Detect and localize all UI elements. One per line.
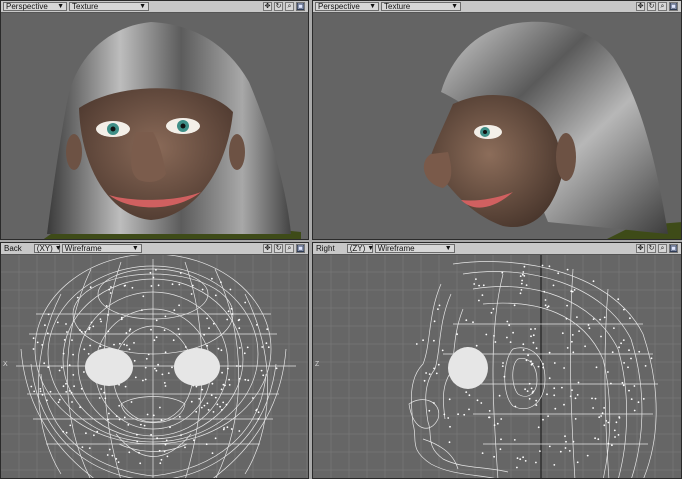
rendered-head-front [43,22,301,239]
rotate-view-icon[interactable]: ↻ [647,244,656,253]
viewport-header: Right (ZY) ▼ Wireframe ▼ ✥ ↻ ⌕ ▣ [313,243,681,255]
rotate-view-icon[interactable]: ↻ [274,244,283,253]
viewport-header: Back (XY) ▼ Wireframe ▼ ✥ ↻ ⌕ ▣ [1,243,308,255]
viewport-tools: ✥ ↻ ⌕ ▣ [263,244,305,253]
maximize-view-icon[interactable]: ▣ [669,244,678,253]
wireframe-back [1,254,308,478]
zoom-view-icon[interactable]: ⌕ [658,244,667,253]
viewport-tools: ✥ ↻ ⌕ ▣ [636,2,678,11]
viewport-right[interactable]: Right (ZY) ▼ Wireframe ▼ ✥ ↻ ⌕ ▣ Z [312,242,682,479]
nose-shape [423,152,452,188]
render-mode-dropdown[interactable]: Wireframe ▼ [61,244,142,253]
move-view-icon[interactable]: ✥ [636,244,645,253]
move-view-icon[interactable]: ✥ [263,2,272,11]
render-mode-label: Wireframe [377,244,415,253]
maximize-view-icon[interactable]: ▣ [296,2,305,11]
viewport-tools: ✥ ↻ ⌕ ▣ [636,244,678,253]
viewport-header: Perspective ▼ Texture ▼ ✥ ↻ ⌕ ▣ [1,1,308,13]
eye-right-wire [174,348,220,386]
viewport-header: Perspective ▼ Texture ▼ ✥ ↻ ⌕ ▣ [313,1,681,13]
rendered-head-side [423,21,681,239]
zoom-view-icon[interactable]: ⌕ [658,2,667,11]
axis-dropdown[interactable]: (XY) ▼ [33,244,62,253]
ear-right [229,134,245,170]
view-type-label: Perspective [318,2,360,11]
ear-left [66,134,82,170]
view-type-dropdown[interactable]: Perspective ▼ [3,2,67,11]
viewport-back[interactable]: Back (XY) ▼ Wireframe ▼ ✥ ↻ ⌕ ▣ X [0,242,309,479]
render-mode-dropdown[interactable]: Texture ▼ [69,2,149,11]
render-mode-dropdown[interactable]: Texture ▼ [381,2,461,11]
render-mode-label: Wireframe [64,244,102,253]
view-type-dropdown[interactable]: Perspective ▼ [315,2,379,11]
chevron-down-icon: ▼ [54,245,62,252]
eye-wire [448,347,488,389]
chevron-down-icon: ▼ [451,3,458,10]
chevron-down-icon: ▼ [131,245,139,252]
axis-dropdown[interactable]: (ZY) ▼ [346,244,375,253]
view-type-label: Perspective [6,2,48,11]
rotate-view-icon[interactable]: ↻ [274,2,283,11]
rotate-view-icon[interactable]: ↻ [647,2,656,11]
render-mode-label: Texture [72,2,99,11]
render-mode-label: Texture [384,2,411,11]
axis-label: (XY) [36,244,53,253]
move-view-icon[interactable]: ✥ [636,2,645,11]
chevron-down-icon: ▼ [367,245,375,252]
ear [556,133,576,181]
zoom-view-icon[interactable]: ⌕ [285,244,294,253]
chevron-down-icon: ▼ [139,3,146,10]
render-mode-dropdown[interactable]: Wireframe ▼ [374,244,455,253]
eye-left-wire [85,348,133,386]
chevron-down-icon: ▼ [57,3,64,10]
view-name-label: Right [316,244,335,253]
viewport-perspective-side[interactable]: Perspective ▼ Texture ▼ ✥ ↻ ⌕ ▣ [312,0,682,240]
move-view-icon[interactable]: ✥ [263,244,272,253]
view-name-label: Back [4,244,22,253]
axis-label: (ZY) [349,244,366,253]
wireframe-right [313,254,681,478]
maximize-view-icon[interactable]: ▣ [296,244,305,253]
maximize-view-icon[interactable]: ▣ [669,2,678,11]
chevron-down-icon: ▼ [369,3,376,10]
zoom-view-icon[interactable]: ⌕ [285,2,294,11]
viewport-perspective-front[interactable]: Perspective ▼ Texture ▼ ✥ ↻ ⌕ ▣ [0,0,309,240]
viewport-tools: ✥ ↻ ⌕ ▣ [263,2,305,11]
chevron-down-icon: ▼ [444,245,452,252]
